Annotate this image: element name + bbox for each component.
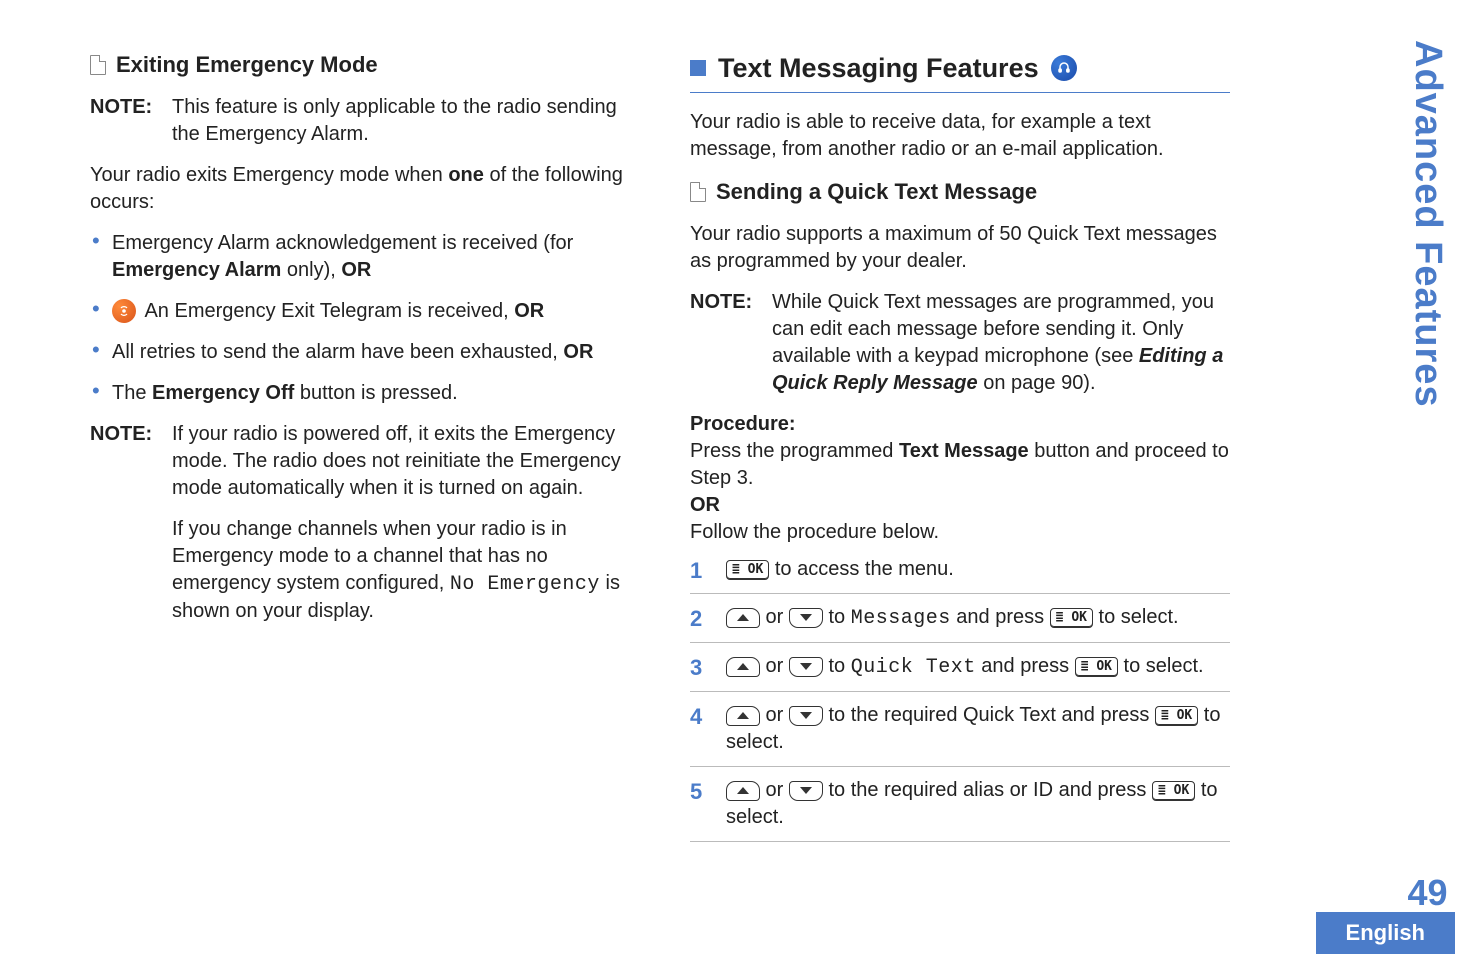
ok-key-icon: ≣ OK	[1155, 706, 1198, 726]
sub-intro-paragraph: Your radio supports a maximum of 50 Quic…	[690, 221, 1230, 275]
text: Emergency Alarm acknowledgement is recei…	[112, 232, 573, 254]
headset-icon	[1051, 55, 1077, 81]
text: or	[760, 704, 789, 726]
note-label: NOTE:	[90, 421, 172, 639]
manual-page: Exiting Emergency Mode NOTE: This featur…	[0, 0, 1475, 954]
note-paragraph: If you change channels when your radio i…	[172, 516, 640, 625]
menu-text-mono: Messages	[851, 607, 951, 630]
list-item: An Emergency Exit Telegram is received, …	[90, 298, 640, 325]
language-tag: English	[1316, 912, 1455, 954]
text: All retries to send the alarm have been …	[112, 341, 563, 363]
text-bold: one	[448, 164, 484, 186]
down-key-icon	[789, 781, 823, 801]
display-text-mono: No Emergency	[450, 573, 600, 596]
procedure-steps: ≣ OK to access the menu. or to Messages …	[690, 552, 1230, 842]
step-item: or to Messages and press ≣ OK to select.	[690, 594, 1230, 643]
text-bold: Emergency Off	[152, 382, 294, 404]
text: button is pressed.	[294, 382, 457, 404]
up-key-icon	[726, 657, 760, 677]
ok-key-icon: ≣ OK	[1075, 657, 1118, 677]
subsection-heading-sending: Sending a Quick Text Message	[690, 177, 1230, 207]
down-key-icon	[789, 608, 823, 628]
note-block-3: NOTE: While Quick Text messages are prog…	[690, 289, 1230, 397]
page-number: 49	[1407, 872, 1447, 914]
list-item: All retries to send the alarm have been …	[90, 339, 640, 366]
left-column: Exiting Emergency Mode NOTE: This featur…	[90, 50, 665, 954]
section-heading-text-messaging: Text Messaging Features	[690, 50, 1230, 93]
note-body: If your radio is powered off, it exits t…	[172, 421, 640, 639]
heading-text: Exiting Emergency Mode	[116, 50, 378, 80]
antenna-icon	[112, 299, 136, 323]
text: to the required alias or ID and press	[823, 779, 1152, 801]
text: or	[760, 655, 789, 677]
down-key-icon	[789, 706, 823, 726]
step-item: or to Quick Text and press ≣ OK to selec…	[690, 643, 1230, 692]
note-paragraph: If your radio is powered off, it exits t…	[172, 421, 640, 502]
note-body: This feature is only applicable to the r…	[172, 94, 640, 148]
note-label: NOTE:	[90, 94, 172, 148]
square-bullet-icon	[690, 60, 706, 76]
down-key-icon	[789, 657, 823, 677]
procedure-follow: Follow the procedure below.	[690, 519, 1230, 546]
heading-text: Sending a Quick Text Message	[716, 177, 1037, 207]
subsection-heading-exiting: Exiting Emergency Mode	[90, 50, 640, 80]
note-label: NOTE:	[690, 289, 772, 397]
text-bold: Emergency Alarm	[112, 259, 281, 281]
list-item: The Emergency Off button is pressed.	[90, 380, 640, 407]
text: on page 90).	[978, 372, 1096, 394]
text-or: OR	[563, 341, 593, 363]
ok-key-icon: ≣ OK	[1152, 781, 1195, 801]
text: The	[112, 382, 152, 404]
note-block-1: NOTE: This feature is only applicable to…	[90, 94, 640, 148]
text: to select.	[1093, 606, 1179, 628]
step-item: or to the required alias or ID and press…	[690, 767, 1230, 842]
page-icon	[90, 55, 106, 75]
text: Press the programmed	[690, 440, 899, 462]
section-tab-label: Advanced Features	[1406, 40, 1449, 408]
section-heading-text: Text Messaging Features	[718, 50, 1039, 86]
or-divider: OR	[690, 492, 1230, 519]
text: or	[760, 779, 789, 801]
bullet-list: Emergency Alarm acknowledgement is recei…	[90, 230, 640, 407]
page-icon	[690, 182, 706, 202]
menu-text-mono: Quick Text	[851, 656, 976, 679]
step-item: ≣ OK to access the menu.	[690, 552, 1230, 594]
text-or: OR	[341, 259, 371, 281]
text: only),	[281, 259, 341, 281]
up-key-icon	[726, 608, 760, 628]
text-or: OR	[514, 300, 544, 322]
up-key-icon	[726, 781, 760, 801]
text: Your radio exits Emergency mode when	[90, 164, 448, 186]
ok-key-icon: ≣ OK	[1050, 608, 1093, 628]
text-bold: Text Message	[899, 440, 1029, 462]
intro-paragraph: Your radio is able to receive data, for …	[690, 109, 1230, 163]
text: An Emergency Exit Telegram is received,	[140, 300, 514, 322]
note-body: While Quick Text messages are programmed…	[772, 289, 1230, 397]
text: to select.	[1118, 655, 1204, 677]
ok-key-icon: ≣ OK	[726, 560, 769, 580]
text: and press	[976, 655, 1075, 677]
text: or	[760, 606, 789, 628]
right-column: Text Messaging Features Your radio is ab…	[665, 50, 1240, 954]
up-key-icon	[726, 706, 760, 726]
procedure-label: Procedure:	[690, 411, 1230, 438]
procedure-intro: Press the programmed Text Message button…	[690, 438, 1230, 492]
note-block-2: NOTE: If your radio is powered off, it e…	[90, 421, 640, 639]
side-tab: Advanced Features 49	[1400, 40, 1455, 924]
text: and press	[951, 606, 1050, 628]
text: to	[823, 606, 851, 628]
step-item: or to the required Quick Text and press …	[690, 692, 1230, 767]
list-item: Emergency Alarm acknowledgement is recei…	[90, 230, 640, 284]
intro-paragraph: Your radio exits Emergency mode when one…	[90, 162, 640, 216]
text: to the required Quick Text and press	[823, 704, 1155, 726]
text: to access the menu.	[769, 558, 954, 580]
text: to	[823, 655, 851, 677]
